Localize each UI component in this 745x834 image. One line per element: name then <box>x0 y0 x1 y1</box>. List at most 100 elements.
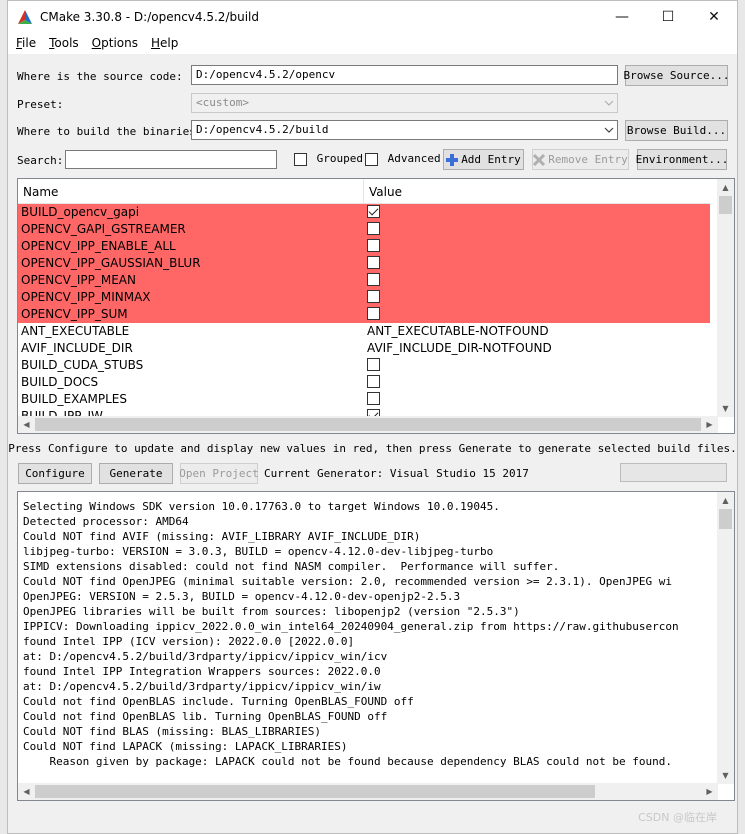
table-row[interactable]: OPENCV_IPP_ENABLE_ALL <box>18 238 710 255</box>
scroll-thumb[interactable] <box>719 196 732 214</box>
output-vertical-scrollbar[interactable]: ▲ ▼ <box>717 492 734 784</box>
entry-value[interactable] <box>364 238 710 255</box>
current-generator: Current Generator: Visual Studio 15 2017 <box>264 467 529 480</box>
entry-checkbox[interactable] <box>367 273 380 286</box>
output-log[interactable]: Selecting Windows SDK version 10.0.17763… <box>17 491 735 801</box>
source-path-input[interactable]: D:/opencv4.5.2/opencv <box>191 65 618 85</box>
log-line: SIMD extensions disabled: could not find… <box>23 560 560 573</box>
table-row[interactable]: OPENCV_IPP_SUM <box>18 306 710 323</box>
entry-checkbox[interactable] <box>367 256 380 269</box>
minimize-button[interactable]: — <box>599 1 645 32</box>
table-row[interactable]: OPENCV_GAPI_GSTREAMER <box>18 221 710 238</box>
log-line: Could not find OpenBLAS lib. Turning Ope… <box>23 710 388 723</box>
scroll-thumb[interactable] <box>719 509 732 529</box>
output-horizontal-scrollbar[interactable]: ◀ ▶ <box>18 783 718 800</box>
entry-value[interactable] <box>364 357 710 374</box>
browse-build-button[interactable]: Browse Build... <box>625 120 728 141</box>
entry-value[interactable] <box>364 272 710 289</box>
scroll-down-icon[interactable]: ▼ <box>717 400 734 417</box>
entry-checkbox[interactable] <box>367 205 380 218</box>
entry-value[interactable] <box>364 306 710 323</box>
entry-name: ANT_EXECUTABLE <box>21 324 130 338</box>
add-entry-button[interactable]: Add Entry <box>443 149 524 170</box>
build-path-dropdown[interactable]: D:/opencv4.5.2/build <box>191 120 618 140</box>
entry-name: AVIF_INCLUDE_DIR <box>21 341 133 355</box>
scroll-up-icon[interactable]: ▲ <box>717 179 734 196</box>
entry-value[interactable] <box>364 255 710 272</box>
configure-button[interactable]: Configure <box>18 463 92 484</box>
entry-checkbox[interactable] <box>367 239 380 252</box>
grouped-check-box[interactable] <box>294 152 307 166</box>
title-bar[interactable]: CMake 3.30.8 - D:/opencv4.5.2/build — ☐ … <box>8 1 737 32</box>
entry-checkbox[interactable] <box>367 392 380 405</box>
maximize-button[interactable]: ☐ <box>645 1 691 32</box>
grouped-checkbox[interactable]: Grouped <box>294 152 363 166</box>
entry-name: BUILD_CUDA_STUBS <box>21 358 144 372</box>
environment-button[interactable]: Environment... <box>636 149 728 170</box>
browse-source-button[interactable]: Browse Source... <box>624 65 729 86</box>
table-row[interactable]: BUILD_CUDA_STUBS <box>18 357 710 374</box>
entry-value[interactable]: ANT_EXECUTABLE-NOTFOUND <box>364 323 710 340</box>
generate-button[interactable]: Generate <box>99 463 173 484</box>
log-line: Could NOT find LAPACK (missing: LAPACK_L… <box>23 740 348 753</box>
table-row[interactable]: ANT_EXECUTABLE ANT_EXECUTABLE-NOTFOUND <box>18 323 710 340</box>
source-label: Where is the source code: <box>17 70 183 83</box>
window-title: CMake 3.30.8 - D:/opencv4.5.2/build <box>40 9 259 24</box>
entry-value[interactable] <box>364 289 710 306</box>
log-line: Could not find OpenBLAS include. Turning… <box>23 695 414 708</box>
advanced-checkbox[interactable]: Advanced <box>365 152 441 166</box>
cmake-logo-icon <box>18 9 32 24</box>
search-label: Search: <box>17 154 64 167</box>
entry-name: OPENCV_IPP_GAUSSIAN_BLUR <box>21 256 201 270</box>
output-text: Selecting Windows SDK version 10.0.17763… <box>23 499 713 799</box>
table-row[interactable]: BUILD_DOCS <box>18 374 710 391</box>
log-line: IPPICV: Downloading ippicv_2022.0.0_win_… <box>23 620 679 633</box>
column-header-value[interactable]: Value <box>364 179 407 204</box>
table-horizontal-scrollbar[interactable]: ◀ ▶ <box>18 416 718 433</box>
entry-value[interactable]: AVIF_INCLUDE_DIR-NOTFOUND <box>364 340 710 357</box>
entry-name: OPENCV_IPP_MEAN <box>21 273 136 287</box>
scroll-left-icon[interactable]: ◀ <box>18 783 35 800</box>
menu-help[interactable]: Help <box>143 36 183 50</box>
configure-hint: Press Configure to update and display ne… <box>8 442 737 455</box>
entry-value[interactable] <box>364 391 710 408</box>
remove-entry-label: Remove Entry <box>548 153 628 166</box>
entry-checkbox[interactable] <box>367 307 380 320</box>
table-vertical-scrollbar[interactable]: ▲ ▼ <box>717 179 734 417</box>
table-row[interactable]: BUILD_EXAMPLES <box>18 391 710 408</box>
build-path-value: D:/opencv4.5.2/build <box>196 123 329 136</box>
log-line: at: D:/opencv4.5.2/build/3rdparty/ippicv… <box>23 650 388 663</box>
menu-tools[interactable]: Tools <box>41 36 84 50</box>
scroll-down-icon[interactable]: ▼ <box>717 767 734 784</box>
preset-label: Preset: <box>17 98 64 111</box>
table-row[interactable]: OPENCV_IPP_GAUSSIAN_BLUR <box>18 255 710 272</box>
column-header-name[interactable]: Name <box>18 179 364 204</box>
entry-checkbox[interactable] <box>367 358 380 371</box>
open-project-button: Open Project <box>179 463 259 484</box>
table-row[interactable]: OPENCV_IPP_MINMAX <box>18 289 710 306</box>
advanced-check-box[interactable] <box>365 152 378 166</box>
entry-value[interactable] <box>364 204 710 221</box>
cache-table[interactable]: Name Value BUILD_opencv_gapi OPENCV_GAPI_… <box>17 178 735 434</box>
menu-file[interactable]: File <box>8 36 41 50</box>
entry-name: BUILD_EXAMPLES <box>21 392 127 406</box>
cmake-window: CMake 3.30.8 - D:/opencv4.5.2/build — ☐ … <box>7 0 738 834</box>
search-input[interactable] <box>65 150 277 169</box>
table-row[interactable]: BUILD_opencv_gapi <box>18 204 710 221</box>
entry-checkbox[interactable] <box>367 222 380 235</box>
scroll-left-icon[interactable]: ◀ <box>18 416 35 433</box>
close-button[interactable]: ✕ <box>691 1 737 32</box>
table-row[interactable]: OPENCV_IPP_MEAN <box>18 272 710 289</box>
entry-value[interactable] <box>364 221 710 238</box>
scroll-thumb-horizontal[interactable] <box>35 418 701 431</box>
scroll-up-icon[interactable]: ▲ <box>717 492 734 509</box>
scroll-thumb-horizontal[interactable] <box>35 785 595 798</box>
entry-value[interactable] <box>364 374 710 391</box>
menu-options[interactable]: Options <box>84 36 143 50</box>
scroll-right-icon[interactable]: ▶ <box>701 416 718 433</box>
table-row[interactable]: AVIF_INCLUDE_DIR AVIF_INCLUDE_DIR-NOTFOUN… <box>18 340 710 357</box>
entry-checkbox[interactable] <box>367 290 380 303</box>
scroll-right-icon[interactable]: ▶ <box>701 783 718 800</box>
entry-checkbox[interactable] <box>367 375 380 388</box>
